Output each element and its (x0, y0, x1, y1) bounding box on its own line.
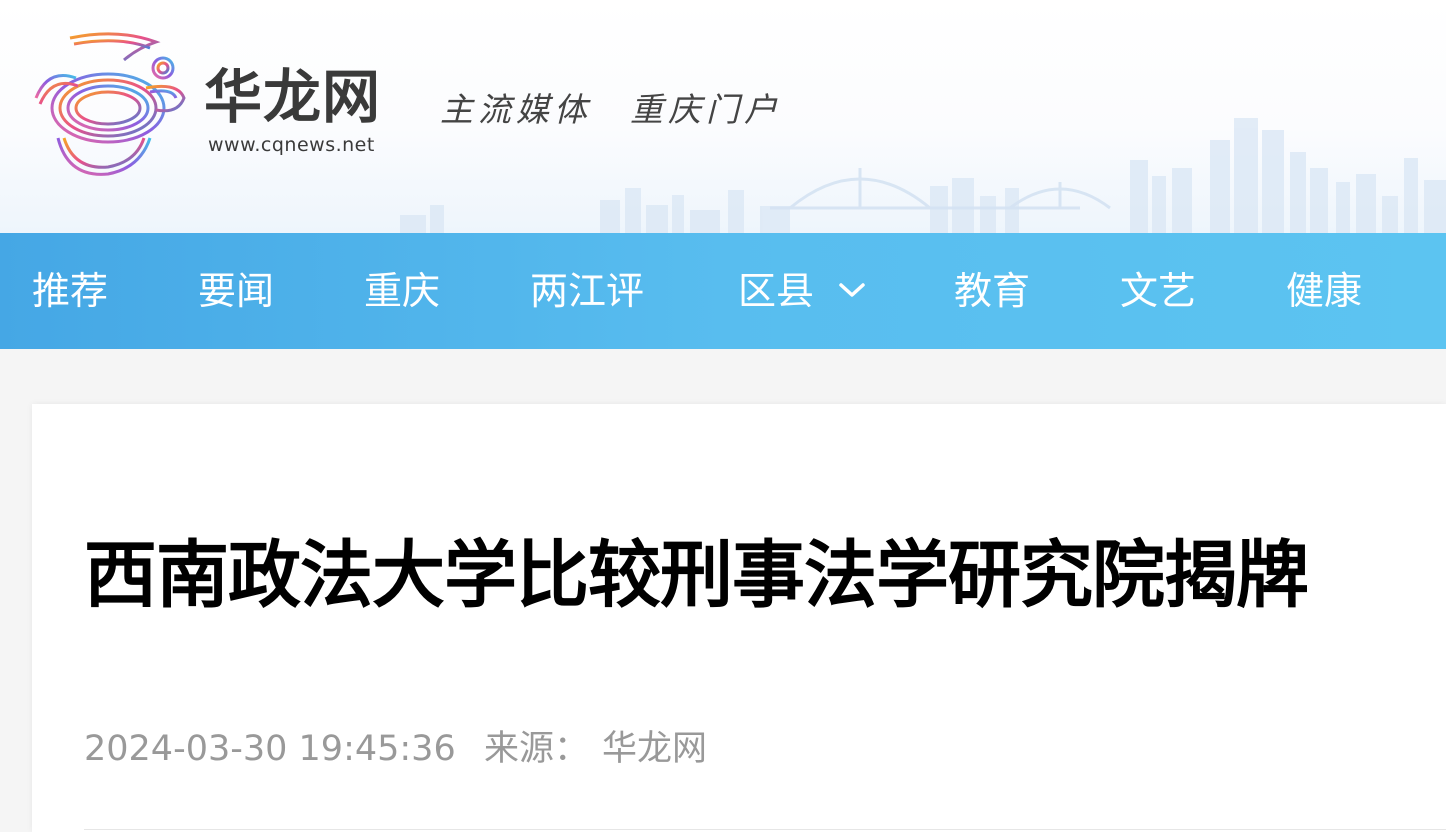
main-navigation: 推荐 要闻 重庆 两江评 区县 教育 文艺 健康 (0, 233, 1446, 349)
nav-item-wenyi[interactable]: 文艺 (1120, 233, 1196, 349)
nav-item-quxian[interactable]: 区县 (738, 233, 814, 349)
site-slogan: 主流媒体 重庆门户 (440, 90, 782, 129)
nav-item-chongqing[interactable]: 重庆 (364, 233, 440, 349)
dragon-logo (34, 32, 186, 176)
site-url: www.cqnews.net (208, 134, 375, 156)
site-header: 华龙网 www.cqnews.net 主流媒体 重庆门户 (0, 0, 1446, 233)
article-source-link[interactable]: 华龙网 (602, 727, 707, 771)
nav-item-jiankang[interactable]: 健康 (1286, 233, 1362, 349)
chevron-down-icon[interactable] (838, 281, 866, 299)
article-title: 西南政法大学比较刑事法学研究院揭牌 (84, 533, 1309, 618)
nav-item-yaowen[interactable]: 要闻 (198, 233, 274, 349)
nav-item-jiaoyu[interactable]: 教育 (954, 233, 1030, 349)
nav-item-tuijian[interactable]: 推荐 (32, 233, 108, 349)
article-source-label: 来源： (484, 729, 590, 769)
nav-item-liangjiangping[interactable]: 两江评 (530, 233, 644, 349)
article-datetime: 2024-03-30 19:45:36 (84, 729, 456, 769)
content-divider (84, 829, 1446, 830)
site-logo-text[interactable]: 华龙网 (204, 62, 381, 132)
